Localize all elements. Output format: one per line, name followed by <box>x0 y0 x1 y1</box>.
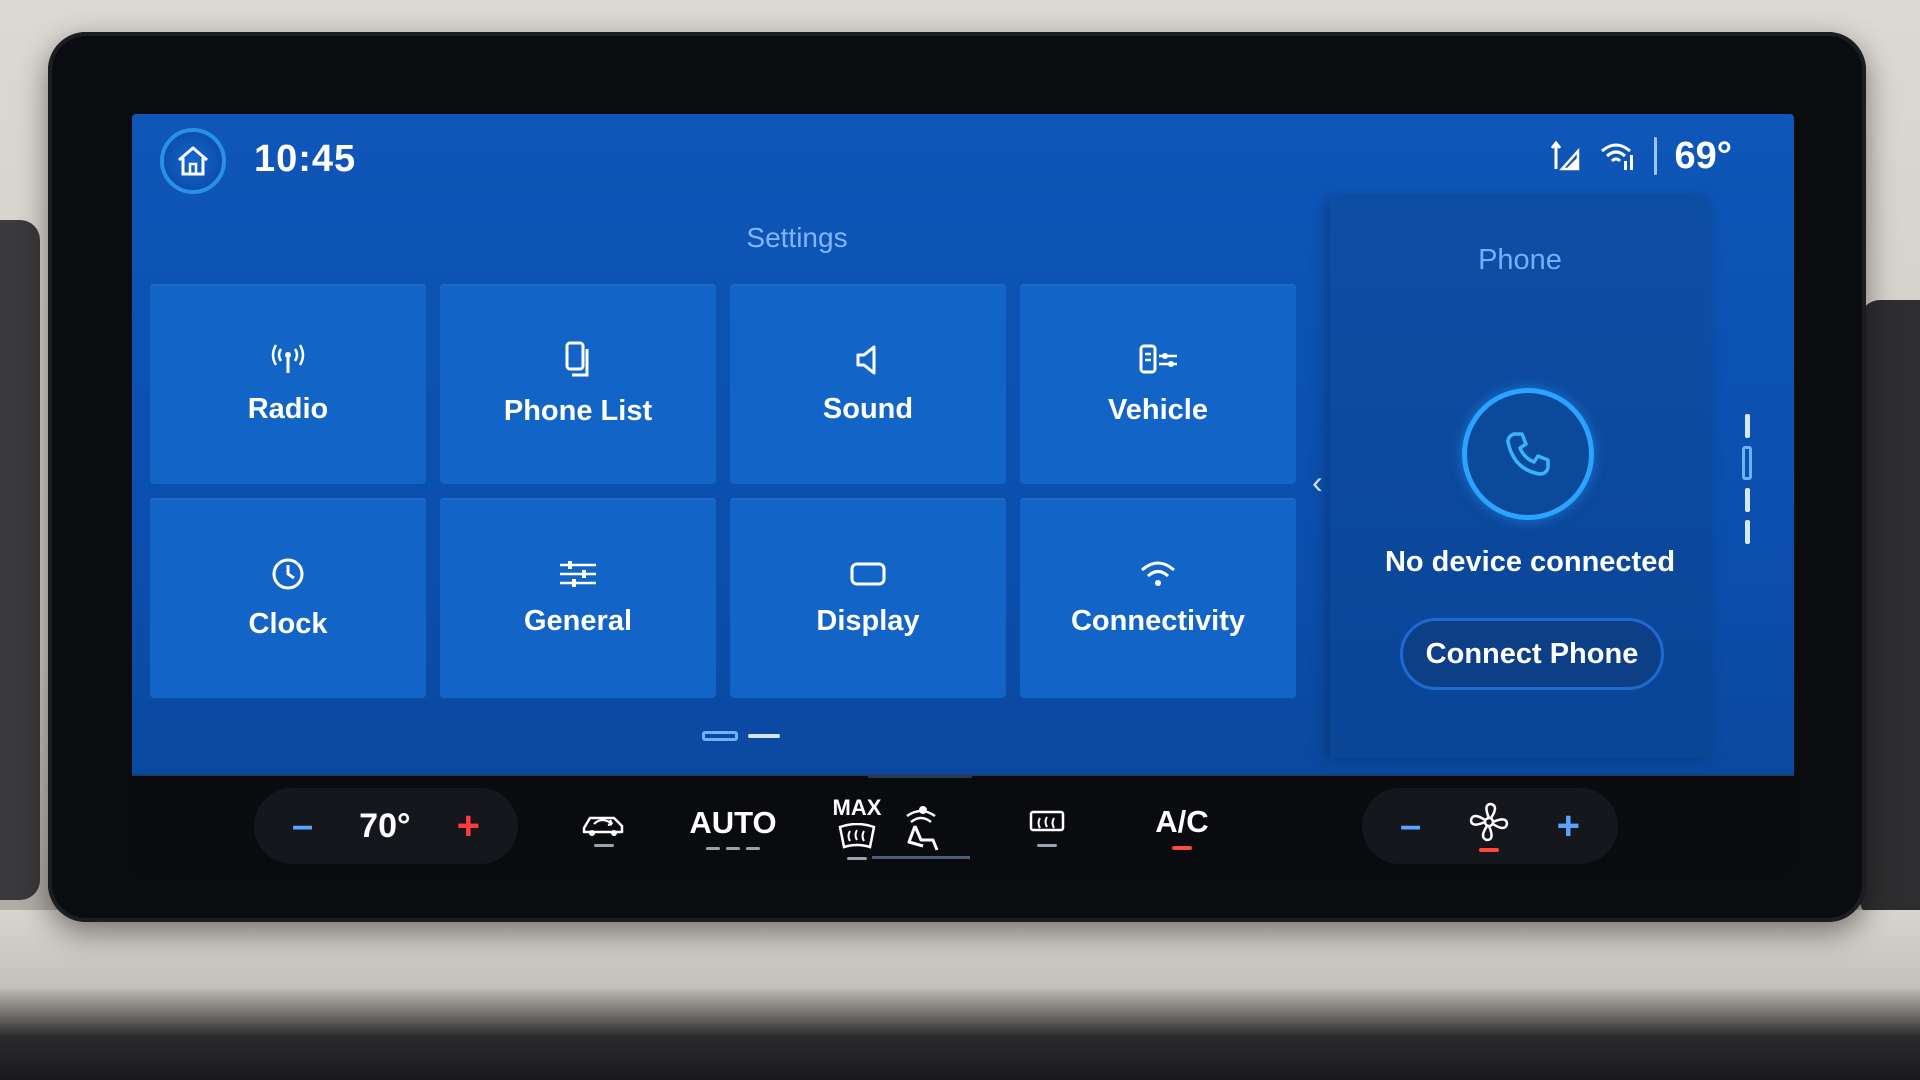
tile-label: Display <box>816 604 920 637</box>
recirculation-button[interactable] <box>564 790 644 864</box>
clock-time: 10:45 <box>254 138 357 180</box>
fan-speed-control: – + <box>1362 788 1618 864</box>
tile-connectivity[interactable]: Connectivity <box>1020 498 1296 698</box>
rear-defrost-button[interactable] <box>1012 790 1082 864</box>
status-icons: 69° <box>1548 134 1732 178</box>
tile-label: Connectivity <box>1070 604 1246 637</box>
chevron-left-icon[interactable]: ‹ <box>1312 464 1323 501</box>
status-indicator <box>1037 843 1057 847</box>
phone-panel: Phone No device connected Connect Phone <box>1330 198 1710 758</box>
status-indicator <box>706 846 760 850</box>
display-icon <box>849 559 887 589</box>
page-indicator <box>702 731 780 741</box>
active-tab-underline <box>872 856 970 859</box>
fan-status <box>1467 800 1511 852</box>
tile-phone-list[interactable]: Phone List <box>440 284 716 484</box>
scroll-thumb[interactable] <box>1742 446 1752 480</box>
clock-icon <box>270 556 306 592</box>
status-divider <box>1653 137 1657 175</box>
tile-vehicle[interactable]: Vehicle <box>1020 284 1296 484</box>
phone-icon <box>1506 432 1550 476</box>
rear-defrost-icon <box>1029 810 1065 831</box>
heated-seat-button[interactable] <box>872 790 970 864</box>
ac-label: A/C <box>1155 804 1209 839</box>
scroll-segment <box>1744 488 1750 512</box>
status-indicator <box>847 856 867 860</box>
auto-climate-button[interactable]: AUTO <box>678 790 788 864</box>
fan-decrease-button[interactable]: – <box>1400 805 1421 848</box>
heated-seat-icon <box>906 806 939 851</box>
tile-label: Vehicle <box>1108 393 1208 426</box>
infotainment-screen: 10:45 69° Settings Radio Phone List Soun… <box>132 114 1794 874</box>
phone-call-button[interactable] <box>1462 388 1594 520</box>
status-indicator-active <box>1478 848 1499 852</box>
climate-bar: – 70° + AUTO MAX A/C – + <box>132 774 1794 874</box>
navigation-signal-icon <box>1550 140 1579 171</box>
temp-increase-button[interactable]: + <box>457 804 480 849</box>
page-dot[interactable] <box>748 734 780 738</box>
driver-temperature: 70° <box>359 806 411 845</box>
tile-radio[interactable]: Radio <box>150 284 426 484</box>
active-tab-indicator <box>868 774 972 778</box>
vehicle-settings-icon <box>1137 342 1179 378</box>
scroll-segment <box>1744 414 1750 438</box>
phone-list-icon <box>563 341 593 379</box>
dashboard-right-trim <box>1860 300 1920 920</box>
status-indicator-active <box>1172 846 1192 850</box>
tile-label: General <box>524 604 632 637</box>
tile-display[interactable]: Display <box>730 498 1006 698</box>
fan-increase-button[interactable]: + <box>1557 804 1580 849</box>
auto-label: AUTO <box>689 804 777 840</box>
scroll-segment <box>1744 520 1750 544</box>
ac-button[interactable]: A/C <box>1142 790 1222 864</box>
phone-title: Phone <box>1478 244 1562 276</box>
status-indicator <box>594 843 614 847</box>
tile-clock[interactable]: Clock <box>150 498 426 698</box>
fan-icon <box>1469 802 1509 842</box>
side-scrollbar[interactable] <box>1742 414 1752 554</box>
outside-temperature: 69° <box>1674 134 1732 177</box>
tile-label: Clock <box>248 607 328 640</box>
connect-phone-button[interactable]: Connect Phone <box>1400 618 1664 690</box>
wifi-icon <box>1139 559 1177 589</box>
tile-label: Radio <box>247 392 329 425</box>
settings-grid: Radio Phone List Sound Vehicle Clock Gen… <box>150 284 1390 704</box>
temp-decrease-button[interactable]: – <box>292 805 313 848</box>
tile-sound[interactable]: Sound <box>730 284 1006 484</box>
dashboard-lower <box>0 910 1920 1080</box>
tile-label: Sound <box>822 392 914 425</box>
tile-label: Phone List <box>503 394 653 427</box>
home-button[interactable] <box>160 128 226 194</box>
phone-status: No device connected <box>1384 546 1676 578</box>
driver-temperature-control: – 70° + <box>254 788 518 864</box>
dashboard-left-trim <box>0 220 40 900</box>
settings-title: Settings <box>746 222 848 253</box>
car-recirculation-icon <box>582 816 624 836</box>
wifi-icon <box>1600 143 1633 170</box>
home-icon <box>178 146 208 176</box>
tile-general[interactable]: General <box>440 498 716 698</box>
speaker-icon <box>852 343 884 377</box>
page-dot-active[interactable] <box>702 731 738 741</box>
sliders-icon <box>558 559 598 589</box>
radio-antenna-icon <box>270 343 306 377</box>
